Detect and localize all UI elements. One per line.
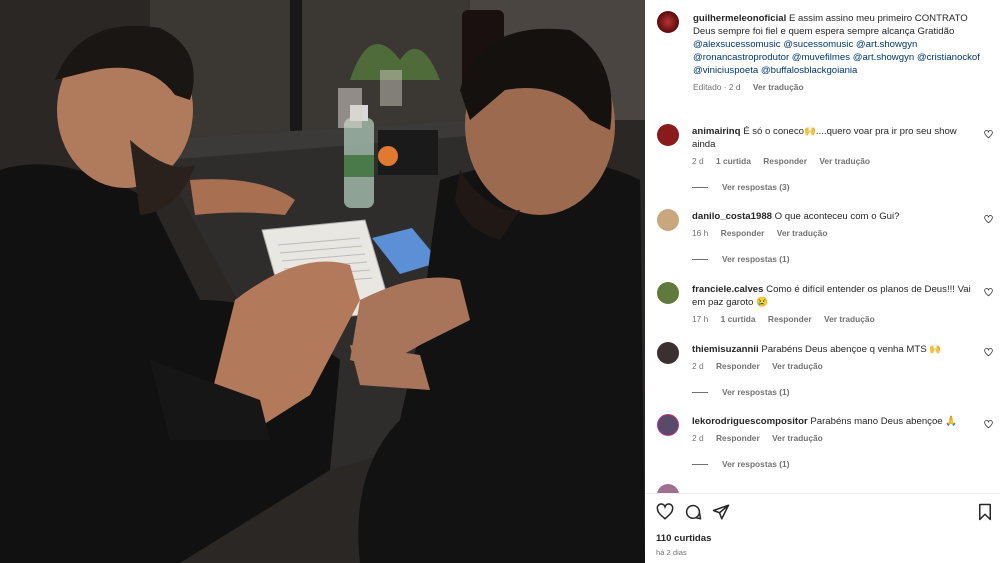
heart-icon[interactable] [984,215,993,224]
comment-username[interactable]: thiemisuzannii [692,344,759,355]
comment-time: 2 d [692,433,704,443]
comment-reply-button[interactable]: Responder [716,361,760,371]
bookmark-icon[interactable] [976,503,994,521]
replies-divider [692,259,708,261]
share-icon[interactable] [712,503,730,521]
author-username[interactable]: guilhermeleonoficial [693,13,786,24]
comment-reply-button[interactable]: Responder [763,156,807,166]
comment-text: Parabéns Deus abençoe q venha MTS 🙌 [761,344,942,355]
comment-likes[interactable]: 1 curtida [721,314,756,324]
photo-illustration [0,0,645,563]
comment-username[interactable]: lekorodriguescompositor [692,416,808,427]
commenter-avatar[interactable] [657,414,679,436]
view-replies-button[interactable]: Ver respostas (3) [692,182,790,192]
caption-mentions-1[interactable]: @alexsucessomusic @sucessomusic [693,39,853,50]
comment-reply-button[interactable]: Responder [721,228,765,238]
author-avatar[interactable] [657,11,679,33]
comment-translate-link[interactable]: Ver tradução [819,156,870,166]
post-actions: 110 curtidas há 2 dias [645,493,1000,563]
comment-translate-link[interactable]: Ver tradução [777,228,828,238]
caption-translate-link[interactable]: Ver tradução [753,82,804,92]
comment-body: danilo_costa1988 O que aconteceu com o G… [692,210,974,240]
replies-divider [692,392,708,394]
view-replies-label: Ver respostas (1) [722,387,790,397]
comment-translate-link[interactable]: Ver tradução [772,433,823,443]
comment-meta: 2 d Responder Ver tradução [692,432,974,445]
commenter-avatar[interactable] [657,209,679,231]
caption-edited: Editado · 2 d [693,82,741,92]
heart-icon[interactable] [984,420,993,429]
caption-mentions-4[interactable]: @buffalosblackgoiania [761,65,858,76]
comment-icon[interactable] [684,503,702,521]
view-replies-button[interactable]: Ver respostas (1) [692,459,790,469]
commenter-avatar[interactable] [657,124,679,146]
comment-username[interactable]: franciele.calves [692,284,763,295]
post-photo[interactable] [0,0,645,563]
comment-body: franciele.calves Como é difícil entender… [692,283,974,326]
heart-icon[interactable] [984,130,993,139]
comment-translate-link[interactable]: Ver tradução [824,314,875,324]
comment-reply-button[interactable]: Responder [716,433,760,443]
comment-text: O que aconteceu com o Gui? [774,211,900,222]
comment-time: 16 h [692,228,709,238]
comments-feed[interactable]: guilhermeleonoficial E assim assino meu … [645,0,1000,493]
comment-meta: 16 h Responder Ver tradução [692,227,974,240]
replies-divider [692,464,708,466]
replies-divider [692,187,708,189]
comment-time: 2 d [692,156,704,166]
view-replies-button[interactable]: Ver respostas (1) [692,254,790,264]
comment-text: Parabéns mano Deus abençoe 🙏 [810,416,958,427]
comment-translate-link[interactable]: Ver tradução [772,361,823,371]
comment-time: 17 h [692,314,709,324]
post-sidebar: guilhermeleonoficial E assim assino meu … [645,0,1000,563]
view-replies-label: Ver respostas (1) [722,254,790,264]
likes-count[interactable]: 110 curtidas [656,533,711,544]
comment-time: 2 d [692,361,704,371]
view-replies-label: Ver respostas (3) [722,182,790,192]
commenter-avatar[interactable] [657,484,679,493]
heart-icon[interactable] [984,288,993,297]
commenter-avatar[interactable] [657,342,679,364]
post-timestamp: há 2 dias [656,548,687,557]
comment-body: animairinq É só o coneco🙌....quero voar … [692,125,974,168]
post-caption: guilhermeleonoficial E assim assino meu … [645,0,1000,94]
view-replies-label: Ver respostas (1) [722,459,790,469]
comment-likes[interactable]: 1 curtida [716,156,751,166]
view-replies-button[interactable]: Ver respostas (1) [692,387,790,397]
comment-body: thiemisuzannii Parabéns Deus abençoe q v… [692,343,974,373]
comment-username[interactable]: danilo_costa1988 [692,211,772,222]
comment-meta: 2 d 1 curtida Responder Ver tradução [692,155,974,168]
caption-meta: Editado · 2 d Ver tradução [693,81,986,94]
comment-meta: 2 d Responder Ver tradução [692,360,974,373]
comment-meta: 17 h 1 curtida Responder Ver tradução [692,313,974,326]
heart-icon[interactable] [656,503,674,521]
comment-username[interactable]: animairinq [692,126,741,137]
heart-icon[interactable] [984,348,993,357]
comment-reply-button[interactable]: Responder [768,314,812,324]
commenter-avatar[interactable] [657,282,679,304]
comment-body: lekorodriguescompositor Parabéns mano De… [692,415,974,445]
